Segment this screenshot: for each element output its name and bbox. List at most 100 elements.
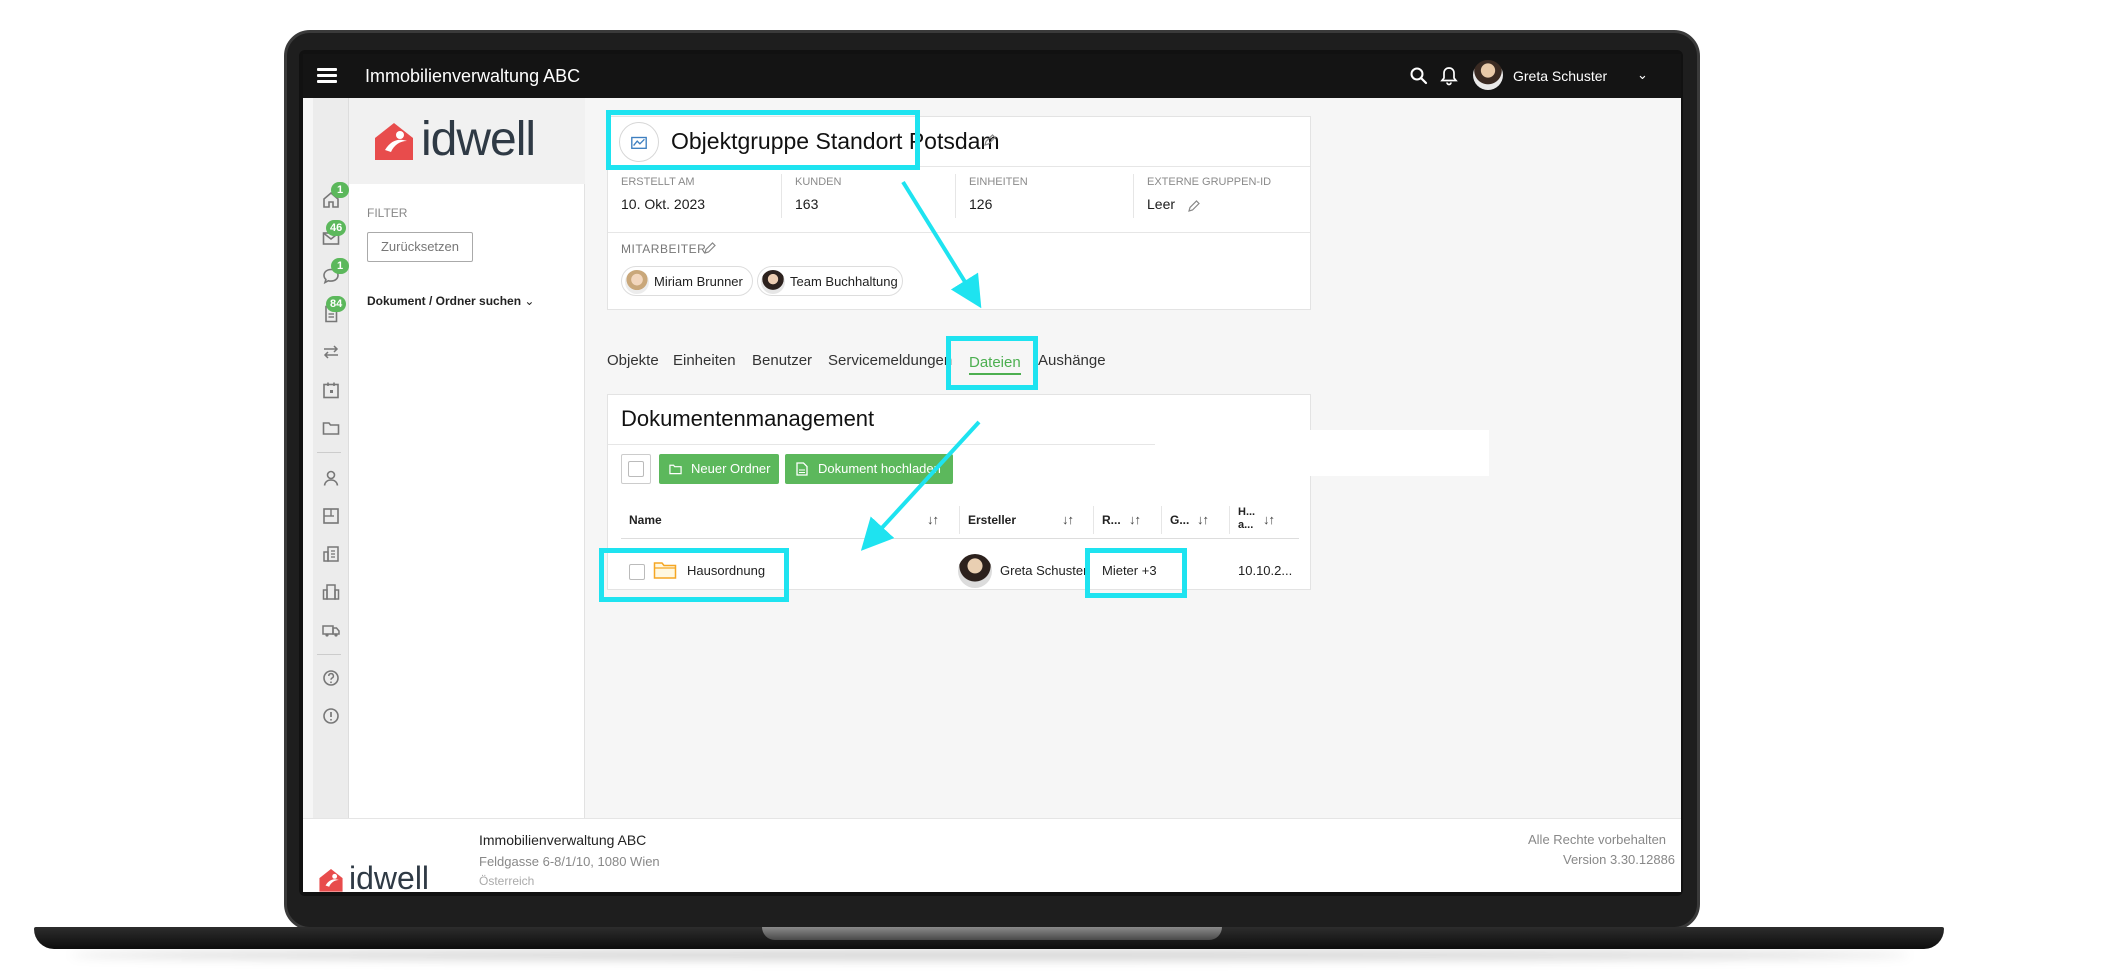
meta-units-label: EINHEITEN [969, 176, 1028, 188]
edit-staff-pencil-icon[interactable] [703, 241, 717, 255]
divider [1133, 174, 1134, 218]
select-all-checkbox[interactable] [621, 454, 651, 484]
meta-customers-label: KUNDEN [795, 176, 842, 188]
user-avatar[interactable] [1473, 60, 1503, 90]
idwell-logo-icon [319, 869, 343, 892]
footer-logo-text: idwell [349, 860, 430, 892]
document-search-label: Dokument / Ordner suchen [367, 294, 522, 308]
column-header-roles[interactable]: R... [1102, 513, 1121, 527]
logo-area: idwell [349, 98, 585, 184]
idwell-logo-text: idwell [421, 113, 536, 166]
hamburger-menu-icon[interactable] [317, 66, 337, 86]
document-badge: 84 [326, 296, 347, 312]
column-header-name[interactable]: Name [629, 513, 662, 527]
meta-units-value: 126 [969, 196, 993, 212]
column-divider [1229, 506, 1230, 534]
meta-external-id-value: Leer [1147, 196, 1176, 212]
user-name[interactable]: Greta Schuster [1513, 66, 1607, 86]
edit-title-pencil-icon[interactable] [983, 133, 997, 147]
laptop-shadow [70, 950, 1910, 960]
divider [781, 174, 782, 218]
column-header-date[interactable]: H... a... [1238, 506, 1256, 532]
row-date: 10.10.2... [1238, 563, 1293, 578]
tab-servicemeldungen[interactable]: Servicemeldungen [828, 352, 952, 369]
divider [955, 174, 956, 218]
top-navigation-bar: Immobilienverwaltung ABC Greta Schuster … [303, 54, 1681, 98]
meta-created-label: ERSTELLT AM [621, 176, 695, 188]
idwell-logo-icon [375, 123, 413, 160]
tab-einheiten[interactable]: Einheiten [673, 352, 736, 369]
footer-country: Österreich [479, 874, 535, 888]
staff-avatar [625, 270, 649, 294]
truck-icon[interactable] [321, 620, 341, 640]
footer-company: Immobilienverwaltung ABC [479, 832, 647, 848]
section-title: Dokumentenmanagement [621, 406, 875, 431]
tab-objekte[interactable]: Objekte [607, 352, 659, 369]
folder-icon [669, 464, 682, 475]
overlay-white-box [1155, 430, 1489, 476]
sort-arrows-icon[interactable]: ↓↑ [1263, 512, 1275, 527]
column-divider [1161, 506, 1162, 534]
document-search-dropdown[interactable]: Dokument / Ordner suchen ⌄ [367, 294, 534, 308]
checkbox-box [628, 461, 644, 477]
floorplan-icon[interactable] [321, 506, 341, 526]
help-icon[interactable] [321, 668, 341, 688]
chevron-down-icon: ⌄ [524, 294, 535, 308]
upload-document-label: Dokument hochladen [818, 461, 941, 476]
rail-divider [317, 452, 341, 453]
folder-icon[interactable] [321, 418, 341, 438]
creator-avatar [958, 554, 992, 588]
transfer-arrows-icon[interactable] [321, 342, 341, 362]
highlight-file-row [599, 548, 789, 602]
chevron-down-icon[interactable]: ⌄ [1637, 67, 1648, 83]
sort-arrows-icon[interactable]: ↓↑ [1197, 512, 1209, 527]
staff-chip[interactable]: Team Buchhaltung [757, 266, 903, 296]
laptop-hinge [762, 927, 1222, 940]
footer-address: Feldgasse 6-8/1/10, 1080 Wien [479, 854, 660, 869]
staff-name: Team Buchhaltung [790, 274, 898, 289]
new-folder-button[interactable]: Neuer Ordner [659, 454, 779, 484]
staff-avatar [761, 270, 785, 294]
new-folder-label: Neuer Ordner [691, 461, 771, 476]
bell-icon[interactable] [1439, 66, 1459, 86]
row-creator: Greta Schuster [1000, 563, 1088, 578]
mail-badge: 46 [326, 220, 347, 236]
sort-arrows-icon[interactable]: ↓↑ [927, 512, 939, 527]
app-title: Immobilienverwaltung ABC [365, 66, 581, 86]
highlight-title [606, 110, 920, 170]
chat-badge: 1 [331, 258, 349, 274]
search-icon[interactable] [1409, 66, 1429, 86]
column-divider [1093, 506, 1094, 534]
highlight-tab-dateien [946, 336, 1038, 390]
column-header-creator[interactable]: Ersteller [968, 513, 1016, 527]
user-icon[interactable] [321, 468, 341, 488]
sort-arrows-icon[interactable]: ↓↑ [1129, 512, 1141, 527]
info-icon[interactable] [321, 706, 341, 726]
upload-document-button[interactable]: Dokument hochladen [785, 454, 953, 484]
rail-divider [317, 654, 341, 655]
document-icon [796, 462, 808, 476]
reset-filter-button[interactable]: Zurücksetzen [367, 232, 473, 262]
filter-label: FILTER [367, 206, 408, 220]
footer-rights: Alle Rechte vorbehalten [1528, 832, 1667, 847]
column-header-group[interactable]: G... [1170, 513, 1189, 527]
staff-chip[interactable]: Miriam Brunner [621, 266, 753, 296]
column-divider [959, 506, 960, 534]
building-icon[interactable] [321, 544, 341, 564]
app-screen: Immobilienverwaltung ABC Greta Schuster … [303, 54, 1681, 892]
footer-version: Version 3.30.12886 [1563, 852, 1676, 867]
divider [608, 232, 1310, 233]
staff-label: MITARBEITER [621, 242, 707, 256]
home-badge: 1 [331, 182, 349, 198]
staff-name: Miriam Brunner [654, 274, 743, 289]
buildings-group-icon[interactable] [321, 582, 341, 602]
sort-arrows-icon[interactable]: ↓↑ [1062, 512, 1074, 527]
calendar-icon[interactable] [321, 380, 341, 400]
meta-created-value: 10. Okt. 2023 [621, 196, 706, 212]
meta-customers-value: 163 [795, 196, 819, 212]
edit-external-id-pencil-icon[interactable] [1187, 199, 1201, 213]
meta-external-id-label: EXTERNE GRUPPEN-ID [1147, 176, 1272, 188]
tab-aushaenge[interactable]: Aushänge [1038, 352, 1106, 369]
table-header-divider [621, 538, 1299, 539]
tab-benutzer[interactable]: Benutzer [752, 352, 812, 369]
